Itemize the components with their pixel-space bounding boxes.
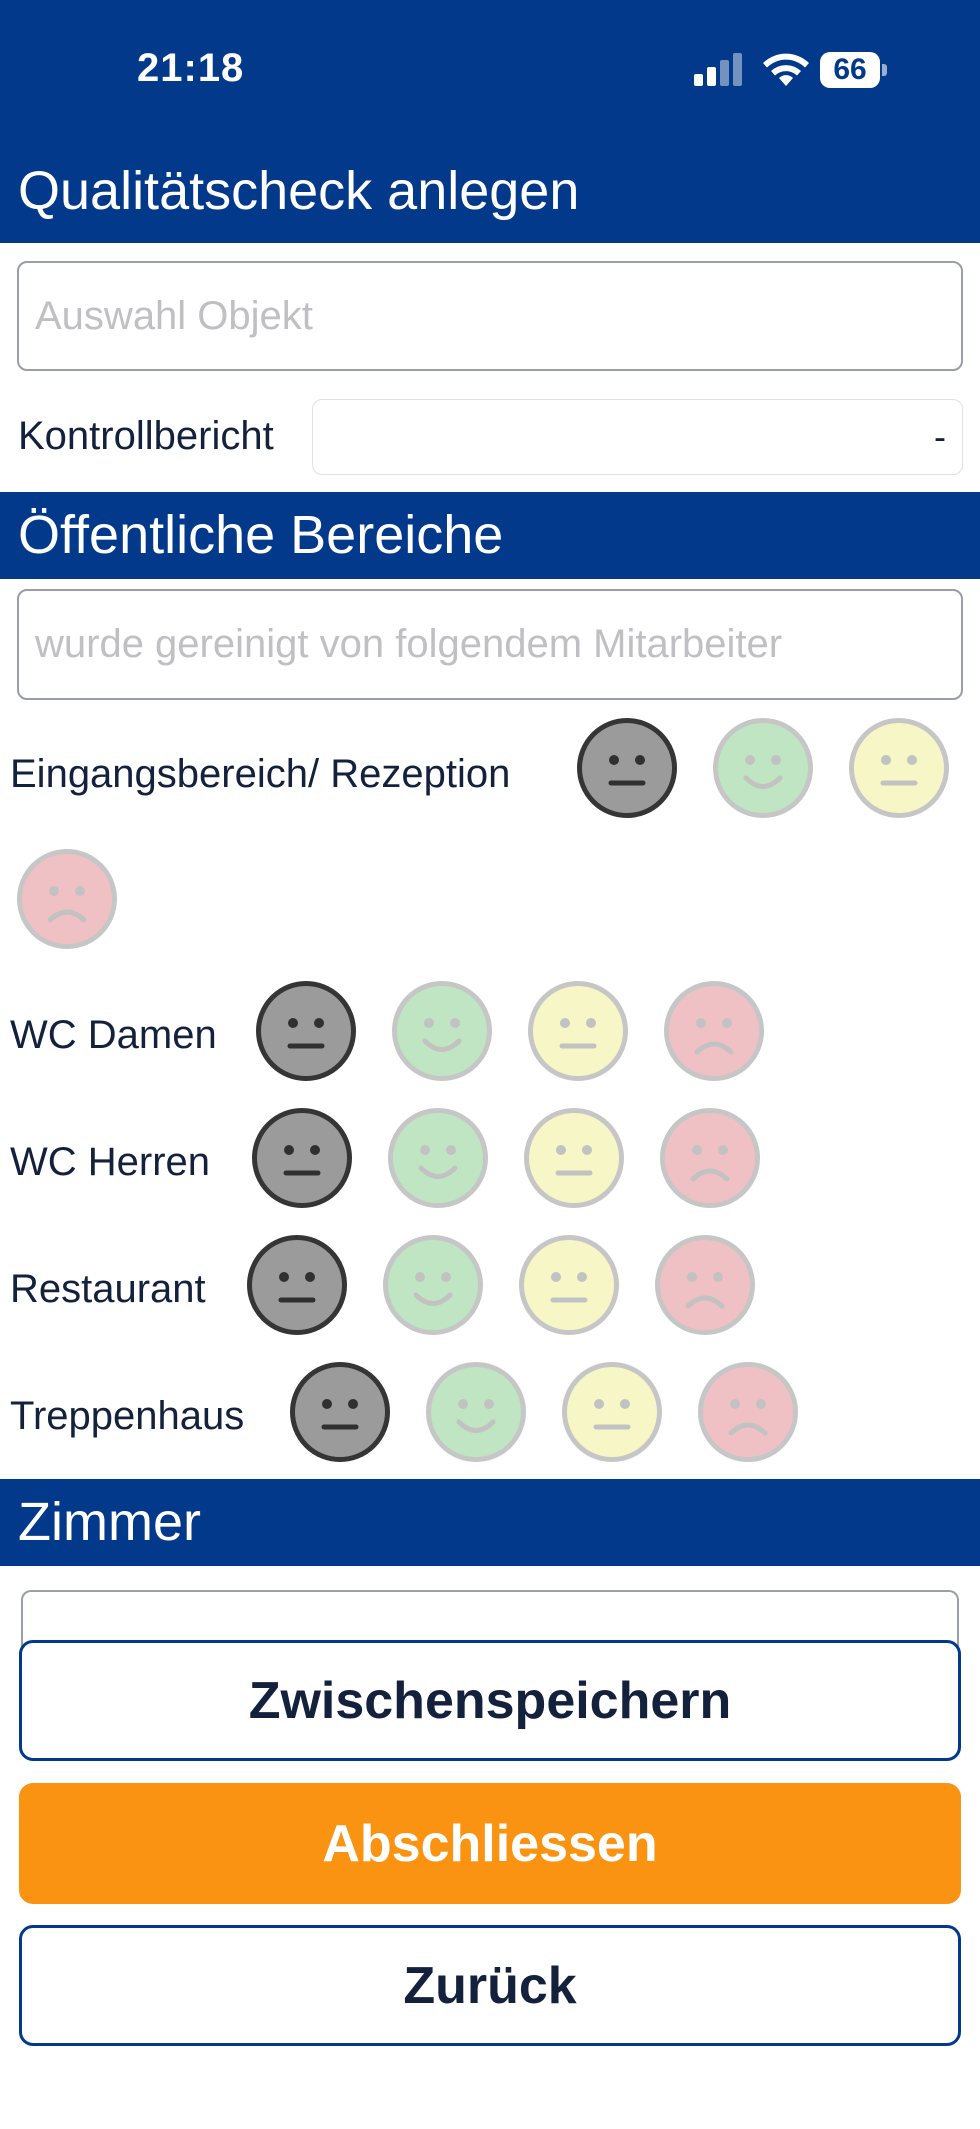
rating-neutral-yellow-restaurant[interactable] xyxy=(519,1235,619,1335)
sad-face-icon xyxy=(47,886,87,923)
happy-face-icon xyxy=(456,1399,496,1433)
neutral-face-icon xyxy=(593,1399,631,1430)
rating-happy-green-restaurant[interactable] xyxy=(383,1235,483,1335)
finish-button[interactable]: Abschliessen xyxy=(19,1783,961,1904)
sad-face-icon xyxy=(685,1272,725,1309)
section-public-areas: Öffentliche Bereiche xyxy=(0,492,980,579)
rating-happy-green-stairwell[interactable] xyxy=(426,1362,526,1462)
rating-neutral-grey-wc-women[interactable] xyxy=(256,981,356,1081)
status-time: 21:18 xyxy=(137,46,245,90)
object-select-input[interactable] xyxy=(19,263,961,369)
area-label-restaurant: Restaurant xyxy=(10,1267,206,1311)
rating-neutral-yellow-wc-women[interactable] xyxy=(528,981,628,1081)
rating-neutral-yellow-stairwell[interactable] xyxy=(562,1362,662,1462)
neutral-face-icon xyxy=(559,1018,597,1049)
neutral-face-icon xyxy=(321,1399,359,1430)
employee-input[interactable] xyxy=(19,591,961,698)
sad-face-icon xyxy=(694,1018,734,1055)
header-bar: 21:18 66 Qualitätscheck anlegen xyxy=(0,0,980,243)
object-select-field[interactable] xyxy=(17,261,963,371)
area-label-wc-men: WC Herren xyxy=(10,1140,211,1184)
neutral-face-icon xyxy=(283,1145,321,1176)
happy-face-icon xyxy=(743,755,783,789)
rating-sad-red-restaurant[interactable] xyxy=(655,1235,755,1335)
neutral-face-icon xyxy=(880,755,918,786)
rating-neutral-grey-entrance[interactable] xyxy=(577,718,677,818)
rating-neutral-yellow-wc-men[interactable] xyxy=(524,1108,624,1208)
battery-level: 66 xyxy=(833,53,867,86)
happy-face-icon xyxy=(422,1018,462,1052)
rating-sad-red-entrance[interactable] xyxy=(17,849,117,949)
happy-face-icon xyxy=(418,1145,458,1179)
rating-neutral-grey-wc-men[interactable] xyxy=(252,1108,352,1208)
report-label: Kontrollbericht xyxy=(18,414,274,458)
rating-sad-red-stairwell[interactable] xyxy=(698,1362,798,1462)
happy-face-icon xyxy=(413,1272,453,1306)
employee-field[interactable] xyxy=(17,589,963,700)
save-draft-button[interactable]: Zwischenspeichern xyxy=(19,1640,961,1761)
rating-sad-red-wc-men[interactable] xyxy=(660,1108,760,1208)
section-title: Zimmer xyxy=(18,1492,201,1552)
neutral-face-icon xyxy=(287,1018,325,1049)
battery-icon: 66 xyxy=(820,52,888,88)
rating-neutral-grey-stairwell[interactable] xyxy=(290,1362,390,1462)
area-label-entrance: Eingangsbereich/ Rezeption xyxy=(10,752,511,796)
rating-happy-green-wc-men[interactable] xyxy=(388,1108,488,1208)
report-value: - xyxy=(934,416,946,457)
rating-happy-green-entrance[interactable] xyxy=(713,718,813,818)
rating-happy-green-wc-women[interactable] xyxy=(392,981,492,1081)
neutral-face-icon xyxy=(555,1145,593,1176)
rating-neutral-yellow-entrance[interactable] xyxy=(849,718,949,818)
neutral-face-icon xyxy=(608,755,646,786)
neutral-face-icon xyxy=(550,1272,588,1303)
report-select[interactable]: - xyxy=(312,399,963,475)
area-label-stairwell: Treppenhaus xyxy=(10,1394,245,1438)
neutral-face-icon xyxy=(278,1272,316,1303)
section-title: Öffentliche Bereiche xyxy=(18,505,504,565)
rating-sad-red-wc-women[interactable] xyxy=(664,981,764,1081)
page-title: Qualitätscheck anlegen xyxy=(18,161,580,221)
section-rooms: Zimmer xyxy=(0,1479,980,1566)
signal-icon xyxy=(694,52,746,86)
rating-neutral-grey-restaurant[interactable] xyxy=(247,1235,347,1335)
wifi-icon xyxy=(763,53,809,86)
area-label-wc-women: WC Damen xyxy=(10,1013,217,1057)
sad-face-icon xyxy=(690,1145,730,1182)
sad-face-icon xyxy=(728,1399,768,1436)
back-button[interactable]: Zurück xyxy=(19,1925,961,2046)
